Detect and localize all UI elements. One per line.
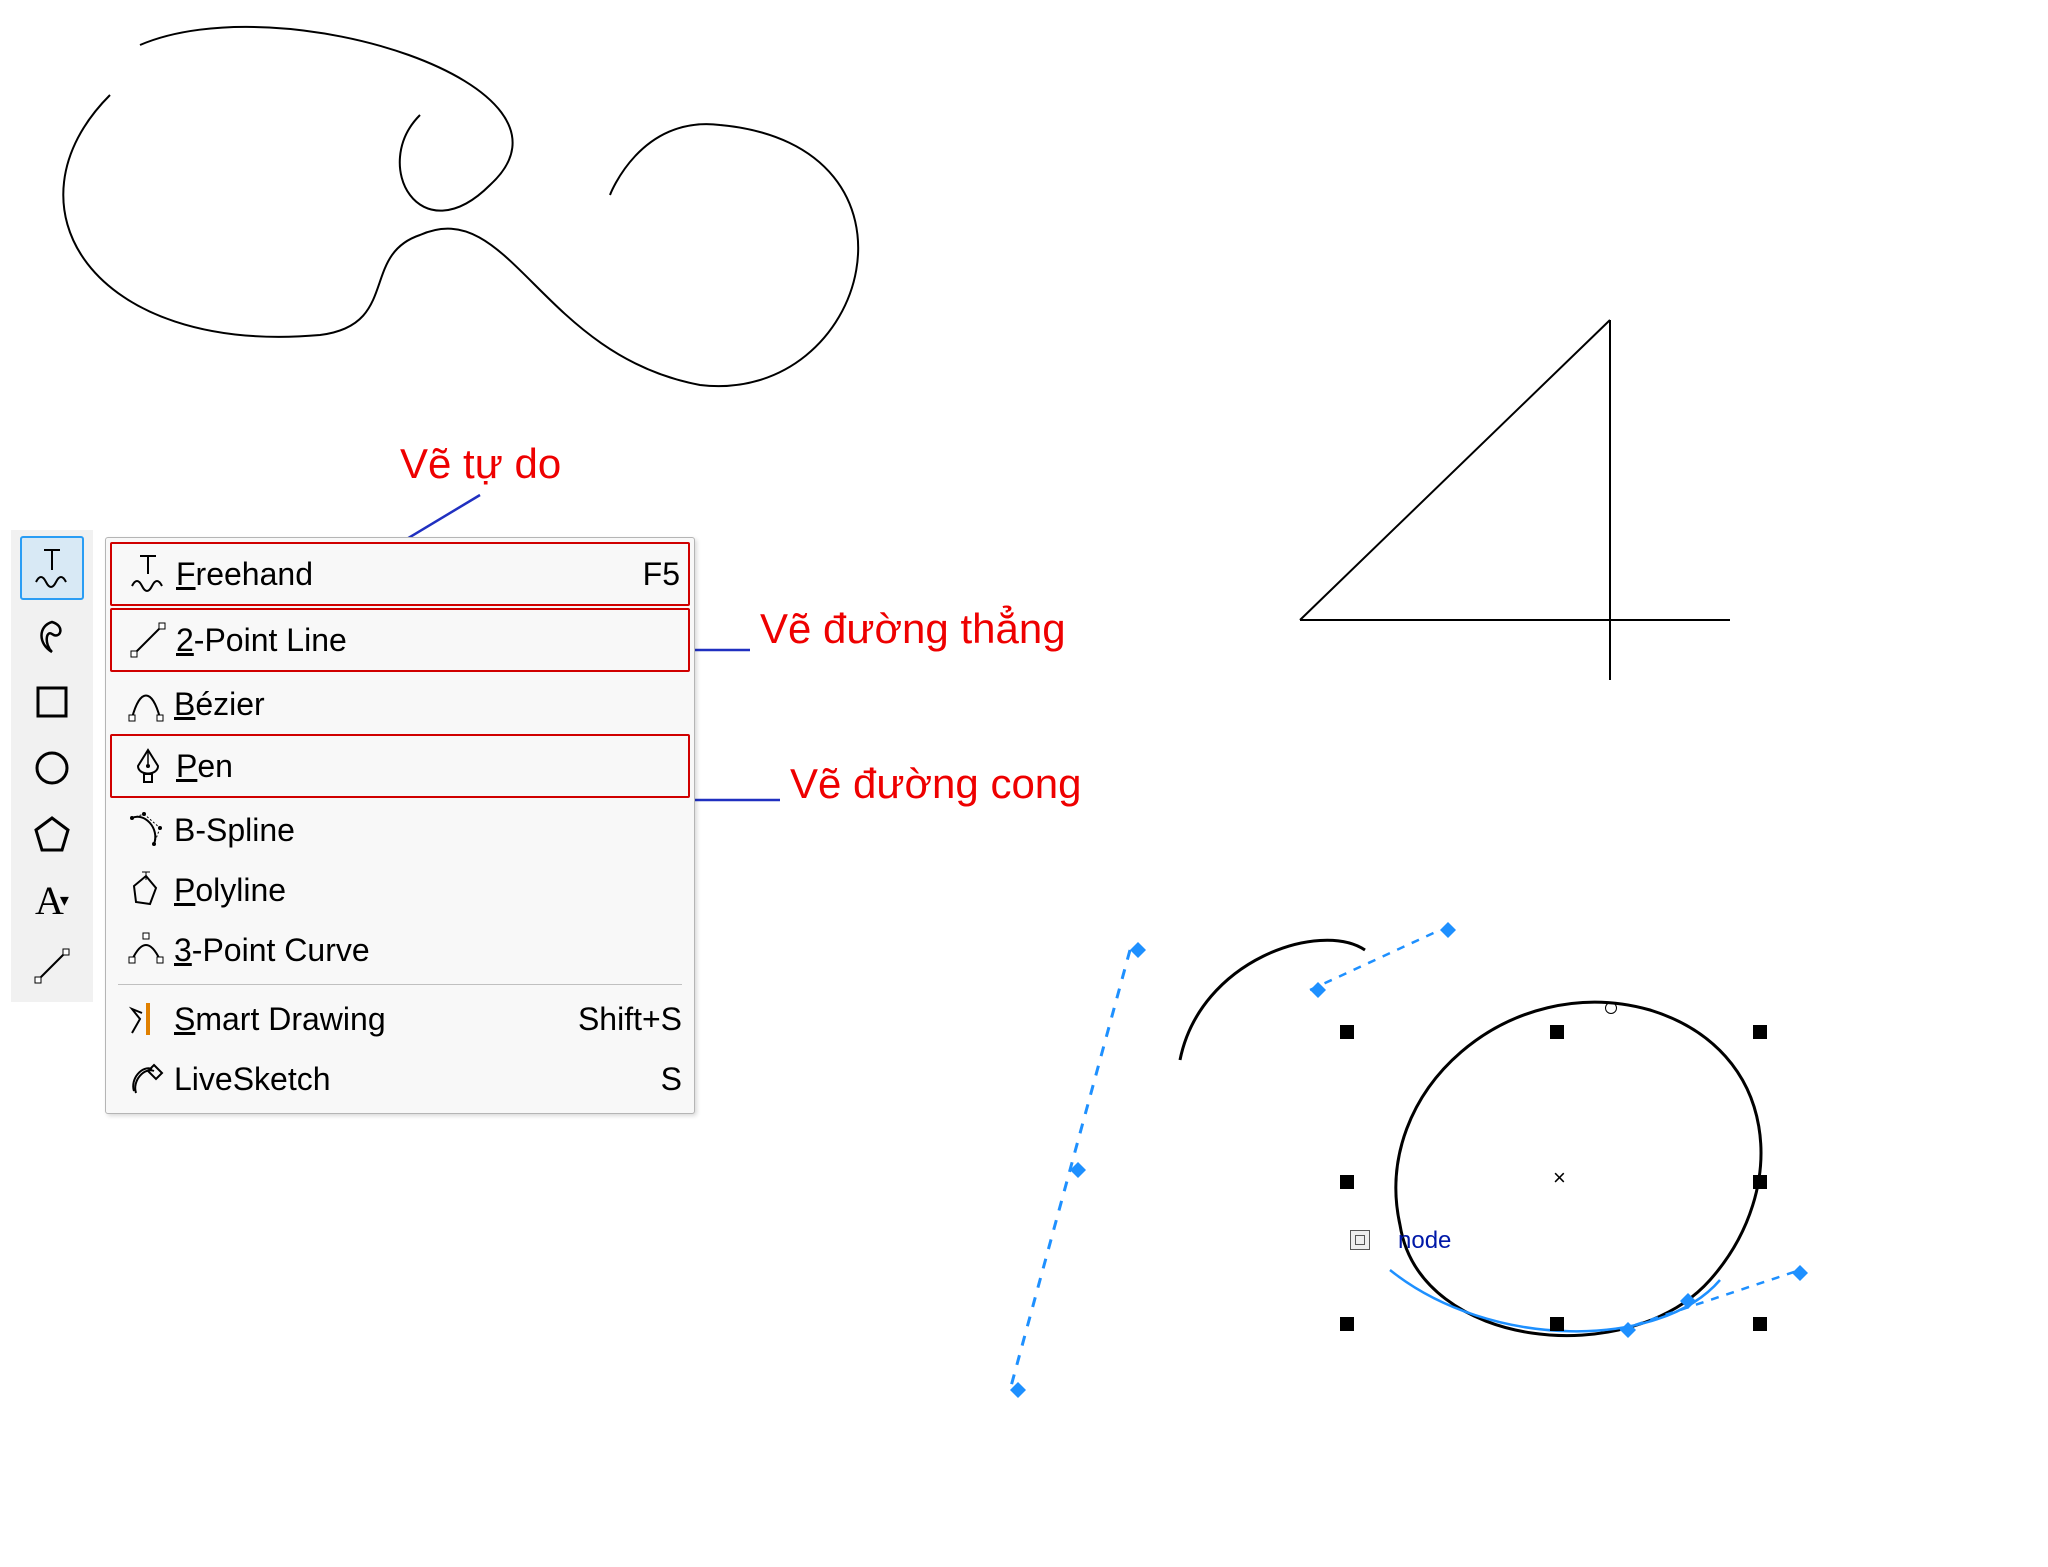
text-tool[interactable]: A▾ <box>22 870 82 930</box>
flyout-shortcut: F5 <box>540 556 680 593</box>
sel-handle-e[interactable] <box>1753 1175 1767 1189</box>
flyout-livesketch[interactable]: LiveSketch S <box>110 1049 690 1109</box>
floating-guide[interactable] <box>980 940 1180 1420</box>
rectangle-tool[interactable] <box>22 672 82 732</box>
smear-tool[interactable] <box>22 606 82 666</box>
flyout-label: Bézier <box>174 686 542 723</box>
flyout-separator <box>118 984 682 985</box>
flyout-label: Pen <box>176 748 540 785</box>
flyout-label: B-Spline <box>174 812 542 849</box>
sel-handle-s[interactable] <box>1550 1317 1564 1331</box>
pen-icon <box>120 746 176 786</box>
freeform-sketch-1 <box>40 25 1040 425</box>
flyout-bspline[interactable]: B-Spline <box>110 800 690 860</box>
toolbox: A▾ <box>11 530 93 1002</box>
sel-center-cross: × <box>1553 1165 1566 1191</box>
livesketch-icon <box>118 1059 174 1099</box>
sel-handle-nw[interactable] <box>1340 1025 1354 1039</box>
flyout-shortcut: S <box>542 1061 682 1098</box>
smartdraw-icon <box>118 999 174 1039</box>
sel-handle-ne[interactable] <box>1753 1025 1767 1039</box>
ellipse-tool[interactable] <box>22 738 82 798</box>
flyout-smart-drawing[interactable]: Smart Drawing Shift+S <box>110 989 690 1049</box>
freehand-icon <box>120 554 176 594</box>
curve3pt-icon <box>118 930 174 970</box>
freehand-icon <box>32 548 72 588</box>
flyout-shortcut: Shift+S <box>542 1001 682 1038</box>
flyout-bezier[interactable]: Bézier <box>110 674 690 734</box>
line2pt-icon <box>120 620 176 660</box>
sel-handle-n[interactable] <box>1550 1025 1564 1039</box>
polygon-icon <box>32 814 72 854</box>
flyout-label: Freehand <box>176 556 540 593</box>
sel-handle-sw[interactable] <box>1340 1317 1354 1331</box>
flyout-pen[interactable]: Pen <box>110 734 690 798</box>
curve-node-point[interactable] <box>1605 1002 1617 1014</box>
number-four-lines <box>1250 320 1770 700</box>
anno-curve: Vẽ đường cong <box>790 760 1082 808</box>
sel-handle-se[interactable] <box>1753 1317 1767 1331</box>
polygon-tool[interactable] <box>22 804 82 864</box>
anno-freehand: Vẽ tự do <box>400 440 561 488</box>
smear-icon <box>32 616 72 656</box>
pen-curve-selected[interactable] <box>1140 930 1820 1390</box>
anno-line: Vẽ đường thẳng <box>760 605 1066 653</box>
polyline-icon <box>118 870 174 910</box>
flyout-2pt-line[interactable]: 2-Point Line <box>110 608 690 672</box>
dimension-tool[interactable] <box>22 936 82 996</box>
flyout-label: Polyline <box>174 872 542 909</box>
rectangle-icon <box>32 682 72 722</box>
bezier-icon <box>118 684 174 724</box>
app-canvas: × node Vẽ tự do Vẽ đường thẳng Vẽ đường … <box>0 0 2048 1567</box>
ellipse-icon <box>32 748 72 788</box>
flyout-label: 3-Point Curve <box>174 932 542 969</box>
flyout-polyline[interactable]: Polyline <box>110 860 690 920</box>
flyout-3pt-curve[interactable]: 3-Point Curve <box>110 920 690 980</box>
node-origin-marker[interactable] <box>1350 1230 1370 1250</box>
flyout-label: 2-Point Line <box>176 622 540 659</box>
flyout-label: LiveSketch <box>174 1061 542 1098</box>
dimension-icon <box>32 946 72 986</box>
flyout-freehand[interactable]: Freehand F5 <box>110 542 690 606</box>
freehand-tool[interactable] <box>20 536 84 600</box>
bspline-icon <box>118 810 174 850</box>
curve-tools-flyout: Freehand F5 2-Point Line Bézier Pen <box>105 537 695 1114</box>
sel-handle-w[interactable] <box>1340 1175 1354 1189</box>
flyout-label: Smart Drawing <box>174 1001 542 1038</box>
node-label: node <box>1398 1227 1451 1255</box>
